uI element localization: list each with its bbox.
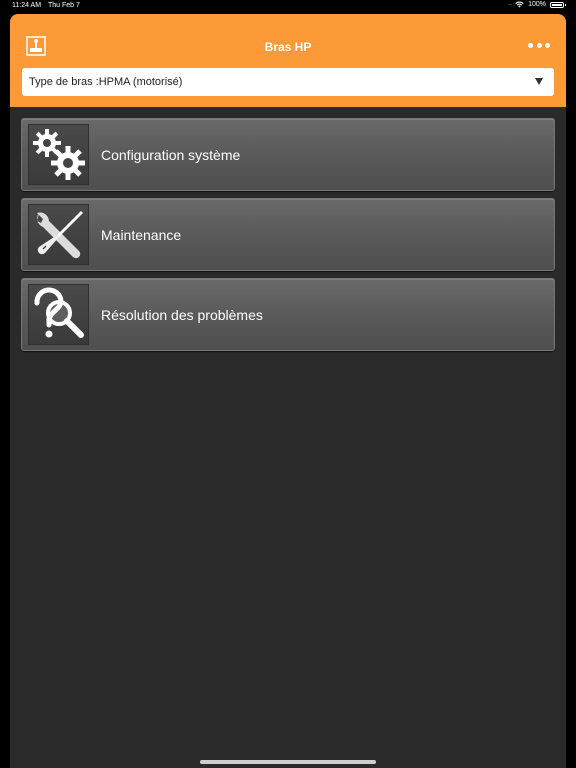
signal-icon: ···· — [507, 1, 512, 8]
menu-item-maintenance[interactable]: Maintenance — [21, 198, 555, 271]
more-options-icon[interactable] — [528, 38, 550, 52]
menu-item-configuration[interactable]: Configuration système — [21, 118, 555, 191]
menu-item-troubleshooting[interactable]: Résolution des problèmes — [21, 278, 555, 351]
arm-type-select[interactable]: Type de bras :HPMA (motorisé) — [22, 68, 554, 96]
app-header: Bras HP Type de bras :HPMA (motorisé) — [10, 14, 566, 107]
dropdown-arrow-icon — [535, 78, 543, 85]
tools-icon — [28, 204, 89, 265]
status-date: Thu Feb 7 — [48, 2, 80, 9]
arm-type-value: Type de bras :HPMA (motorisé) — [29, 76, 183, 88]
main-menu: Configuration système Maintenance Résolu… — [21, 118, 555, 358]
page-title: Bras HP — [264, 40, 312, 54]
battery-percent: 100% — [528, 1, 546, 8]
wifi-icon — [515, 1, 524, 8]
menu-item-label: Configuration système — [101, 146, 241, 163]
troubleshoot-icon — [28, 284, 89, 345]
gears-icon — [28, 124, 89, 185]
status-bar: 11:24 AM Thu Feb 7 ···· 100% — [0, 0, 576, 12]
menu-item-label: Maintenance — [101, 226, 182, 243]
status-right: ···· 100% — [507, 1, 566, 8]
menu-item-label: Résolution des problèmes — [101, 306, 263, 323]
home-indicator[interactable] — [200, 760, 376, 764]
battery-icon — [550, 1, 566, 8]
status-time: 11:24 AM — [12, 2, 42, 9]
